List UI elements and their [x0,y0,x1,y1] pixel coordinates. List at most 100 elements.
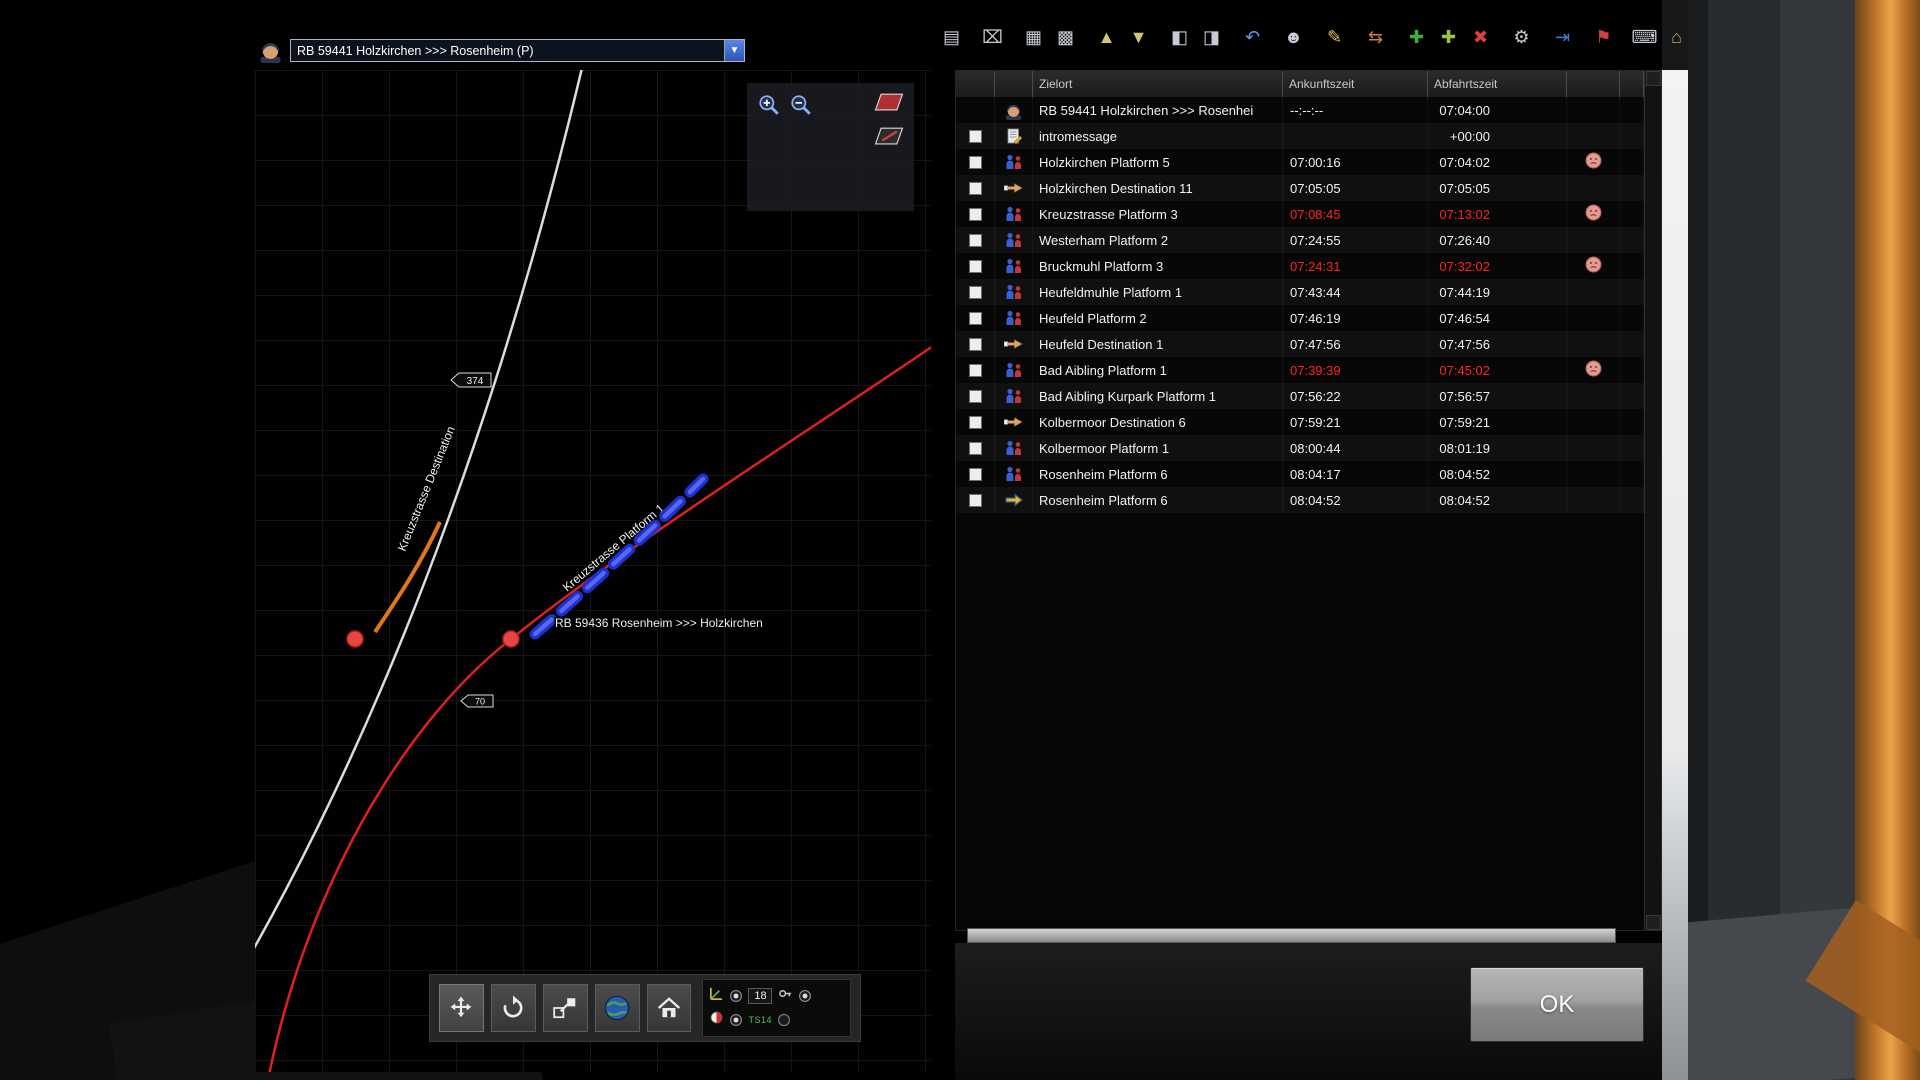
timetable-header: Zielort Ankunftszeit Abfahrtszeit [956,71,1644,97]
insert-right-button[interactable]: ◨ [1197,23,1226,52]
option-radio[interactable] [730,990,743,1002]
add-stop-before-button[interactable]: ✚ [1402,23,1431,52]
keyboard-button[interactable]: ⌨ [1630,23,1659,52]
app-screen: RB 59441 Holzkirchen >>> Rosenheim (P) ▼… [0,0,1920,1080]
row-destination: Bruckmuhl Platform 3 [1033,253,1283,279]
rotate-view-button[interactable] [490,984,536,1032]
timetable-row[interactable]: Heufeldmuhle Platform 1 07:43:44 07:44:19 [956,279,1644,305]
row-departure-time: 07:26:40 [1428,227,1567,253]
row-departure-time: 07:44:19 [1428,279,1567,305]
depot-button[interactable]: ⌂ [1662,23,1691,52]
row-destination: Bad Aibling Kurpark Platform 1 [1033,383,1283,409]
ok-button[interactable]: OK [1470,967,1644,1042]
row-checkbox[interactable] [968,285,982,299]
row-departure-time: 08:01:19 [1428,435,1567,461]
flag-button[interactable]: ⚑ [1589,23,1618,52]
option-radio[interactable] [730,1014,743,1026]
keyboard-icon: ⌨ [1631,27,1658,47]
edit-timetable-button[interactable]: ✎ [1320,23,1349,52]
add-stop-after-button[interactable]: ✚ [1434,23,1463,52]
passenger-icon [1004,232,1024,249]
row-checkbox[interactable] [968,415,982,429]
pan-tool-button[interactable] [439,984,484,1032]
row-checkbox[interactable] [968,129,982,143]
zoom-in-button[interactable] [755,91,783,119]
row-checkbox[interactable] [968,389,982,403]
timetable-row[interactable]: Rosenheim Platform 6 08:04:17 08:04:52 [956,461,1644,487]
delete-stop-button[interactable]: ✖ [1466,23,1495,52]
timetable-row[interactable]: Holzkirchen Destination 11 07:05:05 07:05:… [956,175,1644,201]
timetable-row[interactable]: Kolbermoor Destination 6 07:59:21 07:59:21 [956,409,1644,435]
option-radio[interactable] [777,1014,790,1026]
zoom-level-value[interactable]: 18 [748,988,773,1004]
row-arrival-time: 07:56:22 [1283,383,1428,409]
timetable-row[interactable]: Rosenheim Platform 6 08:04:52 08:04:52 [956,487,1644,513]
hand-icon [1004,180,1024,197]
timetable-row[interactable]: RB 59441 Holzkirchen >>> Rosenhei --:--:-… [956,97,1644,123]
train-route-blue-highlight [532,476,706,637]
grid-large-icon: ▩ [1056,27,1074,47]
timetable-settings-button[interactable]: ⚙ [1507,23,1536,52]
row-checkbox[interactable] [968,337,982,351]
row-departure-time: 07:47:56 [1428,331,1567,357]
row-checkbox[interactable] [968,493,982,507]
exit-icon [1004,492,1024,509]
timetable-row[interactable]: Westerham Platform 2 07:24:55 07:26:40 [956,227,1644,253]
chevron-down-icon[interactable]: ▼ [724,40,744,61]
timetable-scrollbar[interactable] [1644,71,1661,930]
row-checkbox[interactable] [968,311,982,325]
row-checkbox[interactable] [968,259,982,273]
option-radio[interactable] [799,990,812,1002]
row-checkbox[interactable] [968,181,982,195]
move-down-button[interactable]: ▼ [1124,23,1153,52]
axes-icon [709,986,724,1006]
timetable-row[interactable]: Bad Aibling Kurpark Platform 1 07:56:22 07… [956,383,1644,409]
station-dot[interactable] [346,630,364,648]
add-driver-button[interactable]: ☻ [1279,23,1308,52]
area-select-icon[interactable] [872,91,906,113]
delete-button[interactable]: ⌧ [978,23,1007,52]
passenger-icon [1004,310,1024,327]
reorder-button[interactable]: ⇆ [1361,23,1390,52]
row-checkbox[interactable] [968,363,982,377]
save-button[interactable]: ▤ [937,23,966,52]
globe-view-button[interactable] [594,984,640,1032]
move-up-button[interactable]: ▲ [1092,23,1121,52]
timetable-row[interactable]: Holzkirchen Platform 5 07:00:16 07:04:02 [956,149,1644,175]
row-checkbox[interactable] [968,233,982,247]
row-checkbox[interactable] [968,441,982,455]
timetable-row[interactable]: Heufeld Destination 1 07:47:56 07:47:56 [956,331,1644,357]
timetable-row[interactable]: Bruckmuhl Platform 3 07:24:31 07:32:02 [956,253,1644,279]
map-panel[interactable]: Kreuzstrasse Destination Kreuzstrasse Pl… [255,70,931,1072]
timetable-row[interactable]: Heufeld Platform 2 07:46:19 07:46:54 [956,305,1644,331]
delete-stop-icon: ✖ [1472,27,1489,47]
timetable-row[interactable]: Kolbermoor Platform 1 08:00:44 08:01:19 [956,435,1644,461]
header-alert-column [1567,71,1620,97]
timetable-row[interactable]: intromessage +00:00 [956,123,1644,149]
passenger-icon [1004,206,1024,223]
move-object-button[interactable] [542,984,588,1032]
row-departure-time: 07:32:02 [1428,253,1567,279]
scroll-down-button[interactable] [1646,915,1661,930]
row-checkbox[interactable] [968,207,982,221]
timetable-row[interactable]: Bad Aibling Platform 1 07:39:39 07:45:02 [956,357,1644,383]
scroll-up-button[interactable] [1646,71,1661,86]
area-edit-icon[interactable] [872,125,906,147]
row-departure-time: 07:04:02 [1428,149,1567,175]
insert-left-button[interactable]: ◧ [1165,23,1194,52]
row-extra-cell [1620,435,1644,461]
undo-button[interactable]: ↶ [1238,23,1267,52]
grid-small-button[interactable]: ▦ [1019,23,1048,52]
train-selector-dropdown[interactable]: RB 59441 Holzkirchen >>> Rosenheim (P) ▼ [290,39,745,62]
grid-large-button[interactable]: ▩ [1051,23,1080,52]
move-down-icon: ▼ [1129,27,1148,47]
home-view-button[interactable] [646,984,692,1032]
zoom-out-button[interactable] [787,91,815,119]
timetable-row[interactable]: Kreuzstrasse Platform 3 07:08:45 07:13:02 [956,201,1644,227]
scene-wall-strip [1662,70,1688,1080]
row-checkbox[interactable] [968,155,982,169]
row-checkbox[interactable] [968,467,982,481]
row-departure-time: 07:46:54 [1428,305,1567,331]
import-button[interactable]: ⇥ [1548,23,1577,52]
station-dot[interactable] [502,630,520,648]
